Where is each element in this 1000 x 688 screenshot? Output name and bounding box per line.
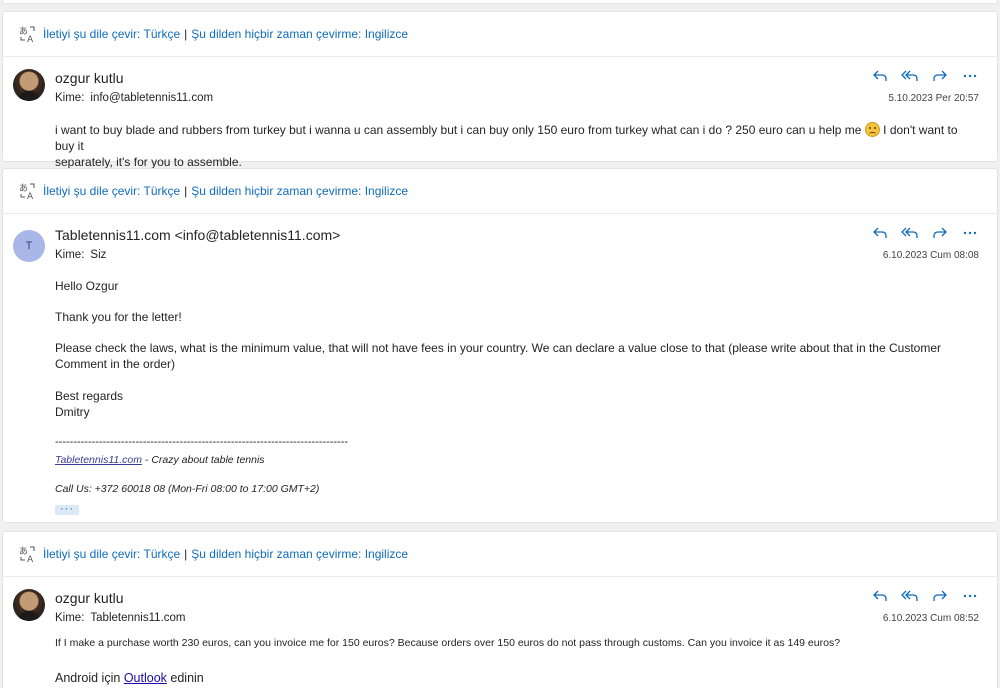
sender-name[interactable]: ozgur kutlu	[55, 69, 979, 87]
recipient-line: Kime: Tabletennis11.com	[55, 611, 979, 625]
signature-link[interactable]: Tabletennis11.com	[55, 454, 142, 466]
closing: Best regards	[55, 389, 124, 403]
svg-text:A: A	[27, 192, 34, 200]
more-icon[interactable]	[961, 67, 979, 85]
paragraph-line: Please check the laws, what is the minim…	[55, 341, 942, 355]
message-body: i want to buy blade and rubbers from tur…	[3, 105, 997, 170]
recipient[interactable]: Siz	[90, 249, 106, 261]
never-translate-link[interactable]: Şu dilden hiçbir zaman çevirme: Ingilizc…	[191, 27, 408, 41]
to-label: Kime:	[55, 249, 85, 261]
message-header: T Tabletennis11.com <info@tabletennis11.…	[3, 214, 997, 262]
reply-all-icon[interactable]	[901, 587, 919, 605]
recipient[interactable]: Tabletennis11.com	[90, 612, 185, 624]
translate-icon: あA	[19, 25, 37, 43]
message-date: 6.10.2023 Cum 08:08	[882, 250, 979, 261]
message-card-1: あA İletiyi şu dile çevir: Türkçe | Şu di…	[2, 11, 998, 169]
never-translate-link[interactable]: Şu dilden hiçbir zaman çevirme: Ingilizc…	[191, 547, 408, 561]
forward-icon[interactable]	[931, 587, 949, 605]
translate-bar: あA İletiyi şu dile çevir: Türkçe | Şu di…	[3, 532, 997, 577]
signature-line: Tabletennis11.com - Crazy about table te…	[55, 452, 979, 468]
recipient[interactable]: info@tabletennis11.com	[90, 92, 213, 104]
outlook-promo: Android için Outlook edinin	[3, 649, 997, 685]
translate-icon: あA	[19, 182, 37, 200]
translate-icon: あA	[19, 545, 37, 563]
to-label: Kime:	[55, 92, 85, 104]
forward-icon[interactable]	[931, 224, 949, 242]
message-date: 6.10.2023 Cum 08:52	[882, 613, 979, 624]
svg-text:A: A	[27, 555, 34, 563]
signature-tagline: - Crazy about table tennis	[141, 454, 265, 466]
sender-name[interactable]: ozgur kutlu	[55, 589, 979, 607]
avatar[interactable]: T	[13, 230, 45, 262]
reply-all-icon[interactable]	[901, 67, 919, 85]
reply-icon[interactable]	[871, 67, 889, 85]
translate-link[interactable]: İletiyi şu dile çevir: Türkçe	[43, 547, 180, 561]
avatar[interactable]	[13, 589, 45, 621]
avatar[interactable]	[13, 69, 45, 101]
outlook-link[interactable]: Outlook	[124, 671, 167, 685]
greeting: Hello Ozgur	[55, 279, 119, 293]
message-header: ozgur kutlu Kime: info@tabletennis11.com …	[3, 57, 997, 105]
show-more-button[interactable]: ···	[55, 504, 79, 515]
forward-icon[interactable]	[931, 67, 949, 85]
outlook-prefix: Android için	[55, 671, 121, 685]
translate-bar: あA İletiyi şu dile çevir: Türkçe | Şu di…	[3, 12, 997, 57]
signature-phone: Call Us: +372 60018 08 (Mon-Fri 08:00 to…	[55, 483, 320, 495]
message-body: If I make a purchase worth 230 euros, ca…	[55, 637, 841, 649]
message-actions	[871, 224, 979, 242]
message-header: ozgur kutlu Kime: Tabletennis11.com 6.10.…	[3, 577, 997, 625]
message-card-2: あA İletiyi şu dile çevir: Türkçe | Şu di…	[2, 168, 998, 523]
to-label: Kime:	[55, 612, 85, 624]
svg-text:A: A	[27, 35, 34, 43]
body-text: separately, it's for you to assemble.	[55, 155, 242, 169]
separator: |	[184, 27, 188, 41]
message-body: Hello Ozgur Thank you for the letter! Pl…	[3, 262, 997, 516]
message-actions	[871, 67, 979, 85]
reply-icon[interactable]	[871, 587, 889, 605]
signature-divider: ----------------------------------------…	[55, 436, 349, 448]
more-icon[interactable]	[961, 224, 979, 242]
sad-face-icon	[864, 122, 880, 137]
recipient-line: Kime: Siz	[55, 248, 979, 262]
previous-message-card	[2, 0, 998, 4]
translate-link[interactable]: İletiyi şu dile çevir: Türkçe	[43, 27, 180, 41]
reply-icon[interactable]	[871, 224, 889, 242]
recipient-line: Kime: info@tabletennis11.com	[55, 91, 979, 105]
message-actions	[871, 587, 979, 605]
signature-name: Dmitry	[55, 405, 90, 419]
thanks-line: Thank you for the letter!	[55, 310, 182, 324]
reply-all-icon[interactable]	[901, 224, 919, 242]
body-text: i want to buy blade and rubbers from tur…	[55, 123, 862, 137]
more-icon[interactable]	[961, 587, 979, 605]
message-date: 5.10.2023 Per 20:57	[888, 93, 979, 104]
translate-bar: あA İletiyi şu dile çevir: Türkçe | Şu di…	[3, 169, 997, 214]
translate-link[interactable]: İletiyi şu dile çevir: Türkçe	[43, 184, 180, 198]
never-translate-link[interactable]: Şu dilden hiçbir zaman çevirme: Ingilizc…	[191, 184, 408, 198]
separator: |	[184, 184, 188, 198]
separator: |	[184, 547, 188, 561]
message-card-3: あA İletiyi şu dile çevir: Türkçe | Şu di…	[2, 531, 998, 688]
outlook-suffix: edinin	[170, 671, 204, 685]
sender-name[interactable]: Tabletennis11.com <info@tabletennis11.co…	[55, 226, 979, 244]
paragraph-line: Comment in the order)	[55, 357, 176, 371]
